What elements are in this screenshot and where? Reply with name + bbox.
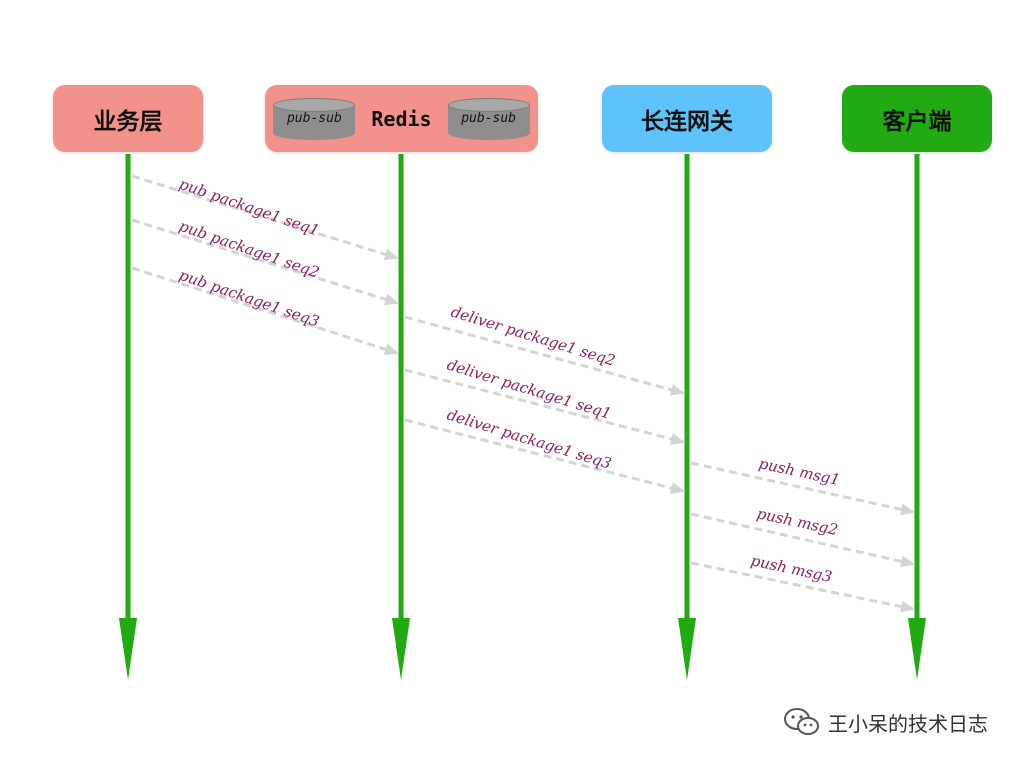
sequence-diagram: pub package1 seq1 pub package1 seq2 pub pa… <box>0 0 1024 768</box>
database-icon: pub-sub <box>447 97 530 140</box>
database-icon: pub-sub <box>273 97 356 140</box>
lifeline-redis-arrowhead <box>392 618 410 680</box>
lifeline-gateway-arrowhead <box>678 618 696 680</box>
actor-gateway: 长连网关 <box>602 85 772 152</box>
actor-business-layer: 业务层 <box>53 85 203 152</box>
actor-gateway-label: 长连网关 <box>641 107 733 135</box>
message-label: push msg3 <box>749 551 833 586</box>
redis-pubsub-right-label: pub-sub <box>461 111 516 126</box>
message-label: push msg1 <box>757 454 841 489</box>
lifeline-client-arrowhead <box>908 618 926 680</box>
message-arrow <box>404 418 685 494</box>
actor-business-layer-label: 业务层 <box>93 107 163 135</box>
actor-client: 客户端 <box>842 85 992 152</box>
actor-client-label: 客户端 <box>882 107 952 135</box>
redis-pubsub-left-label: pub-sub <box>286 111 342 126</box>
watermark: 王小呆的技术日志 <box>782 706 988 738</box>
lifeline-business-arrowhead <box>119 618 137 680</box>
wechat-icon <box>784 708 819 735</box>
watermark-text: 王小呆的技术日志 <box>828 711 988 736</box>
actor-redis: pub-sub Redis pub-sub <box>265 85 538 152</box>
message-label: push msg2 <box>755 504 839 539</box>
actor-redis-label: Redis <box>371 106 432 131</box>
